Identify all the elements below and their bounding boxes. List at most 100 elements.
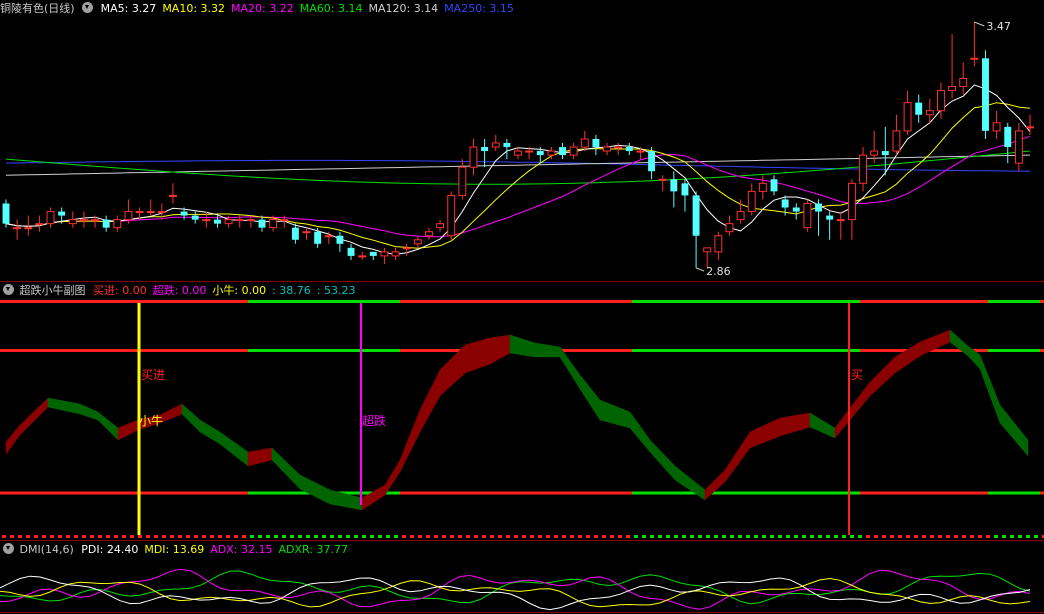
candle-body	[781, 199, 789, 208]
dot-marker	[554, 535, 558, 538]
candle-body	[959, 77, 968, 88]
osc-band-segment	[919, 329, 951, 357]
osc-band-segment	[509, 334, 536, 358]
candle-body	[592, 138, 600, 148]
osc-band-segment	[439, 344, 466, 397]
candle-body	[648, 151, 656, 172]
candle-90	[1004, 122, 1012, 164]
candle-body	[736, 211, 745, 221]
dot-marker	[202, 535, 206, 538]
dot-marker	[698, 535, 702, 538]
osc-band-segment	[894, 341, 921, 374]
dot-marker	[506, 535, 510, 538]
dot-marker	[586, 535, 590, 538]
candle-body	[280, 219, 289, 222]
panel-frame	[0, 281, 1044, 613]
dot-marker	[378, 535, 382, 538]
candle-body	[425, 231, 433, 237]
dot-marker	[986, 535, 990, 538]
adx-line	[0, 568, 1031, 610]
osc-band-segment	[979, 354, 1001, 424]
osc-band-segment	[97, 411, 119, 441]
dot-marker	[706, 535, 710, 538]
dot-marker	[194, 535, 198, 538]
osc-band-segment	[271, 447, 301, 490]
osc-band-segment	[79, 403, 99, 421]
dot-marker	[634, 535, 638, 538]
osc-band-segment	[579, 374, 601, 421]
candle-38	[425, 227, 433, 240]
osc-band-segment	[464, 337, 491, 374]
dot-marker	[306, 535, 310, 538]
candle-body	[347, 247, 355, 256]
dot-marker	[266, 535, 270, 538]
candle-61	[681, 179, 689, 212]
osc-band-segment	[704, 469, 726, 501]
dot-marker	[1026, 535, 1030, 538]
candle-body	[915, 102, 923, 115]
dot-marker	[978, 535, 982, 538]
candle-body	[569, 146, 578, 156]
dot-marker	[658, 535, 662, 538]
dot-marker	[746, 535, 750, 538]
osc-band-segment	[749, 417, 781, 449]
candle-17	[191, 211, 199, 224]
dot-marker	[810, 535, 814, 538]
candle-body	[792, 207, 800, 212]
dot-marker	[322, 535, 326, 538]
candle-43	[481, 138, 489, 168]
osc-band-segment	[399, 409, 421, 473]
dot-marker	[178, 535, 182, 538]
candle-body	[703, 247, 712, 253]
candle-44	[491, 134, 500, 152]
dot-marker	[850, 535, 854, 538]
buy-annotation: 买进	[141, 368, 165, 382]
candle-body	[636, 150, 645, 153]
dot-marker	[226, 535, 230, 538]
dot-marker	[490, 535, 494, 538]
dot-marker	[626, 535, 630, 538]
candle-40	[447, 191, 456, 240]
dot-marker	[346, 535, 350, 538]
candle-42	[469, 138, 478, 176]
dot-marker	[146, 535, 150, 538]
candle-body	[836, 219, 845, 222]
candle-body	[447, 194, 456, 237]
candle-body	[992, 122, 1001, 132]
candle-0	[2, 199, 10, 228]
dot-marker	[802, 535, 806, 538]
dot-marker	[474, 535, 478, 538]
candle-59	[658, 175, 667, 192]
candle-body	[870, 150, 879, 156]
osc-band-segment	[247, 447, 273, 467]
candle-body	[469, 146, 478, 168]
dot-marker	[114, 535, 118, 538]
candle-body	[892, 130, 901, 152]
candle-67	[747, 183, 756, 216]
candle-body	[324, 235, 333, 238]
dot-marker	[370, 535, 374, 538]
dot-marker	[930, 535, 934, 538]
candle-body	[224, 219, 233, 225]
dot-marker	[330, 535, 334, 538]
candle-body	[559, 147, 566, 156]
candle-body	[770, 179, 778, 192]
candle-body	[859, 154, 867, 184]
candle-body	[525, 150, 534, 153]
candle-body	[747, 190, 756, 213]
candle-body	[235, 219, 244, 222]
candle-79	[881, 126, 889, 176]
dot-marker	[874, 535, 878, 538]
candle-65	[725, 215, 734, 236]
dot-marker	[450, 535, 454, 538]
candle-body	[102, 219, 110, 228]
dot-marker	[650, 535, 654, 538]
candle-87	[970, 22, 979, 67]
dot-marker	[394, 535, 398, 538]
candle-83	[925, 98, 934, 123]
candle-body	[670, 179, 678, 192]
candle-76	[847, 179, 856, 240]
candle-54	[603, 142, 611, 156]
candle-91	[1014, 122, 1023, 172]
dot-marker	[458, 535, 462, 538]
